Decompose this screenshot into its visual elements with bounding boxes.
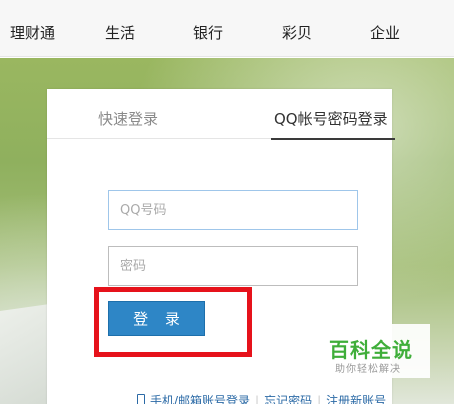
nav-item-licaitong[interactable]: 理财通 xyxy=(10,22,55,43)
watermark-title: 百科全说 xyxy=(329,338,413,362)
link-separator: | xyxy=(255,394,260,404)
login-footer-links: 手机/邮箱账号登录 | 忘记密码 | 注册新账号 xyxy=(137,392,386,404)
active-tab-indicator xyxy=(271,138,395,140)
forgot-password-link[interactable]: 忘记密码 xyxy=(264,394,312,404)
link-separator: | xyxy=(317,394,322,404)
tab-qq-password-login[interactable]: QQ帐号密码登录 xyxy=(274,108,388,129)
nav-item-bank[interactable]: 银行 xyxy=(193,22,223,43)
baike-watermark: 百科全说 助你轻松解决 xyxy=(306,324,430,378)
nav-item-life[interactable]: 生活 xyxy=(105,22,135,43)
phone-icon xyxy=(137,394,145,404)
phone-email-login-label: 手机/邮箱账号登录 xyxy=(150,394,251,404)
register-link[interactable]: 注册新账号 xyxy=(326,394,386,404)
tab-quick-login[interactable]: 快速登录 xyxy=(98,108,158,129)
nav-item-caibei[interactable]: 彩贝 xyxy=(282,22,312,43)
top-navigation: 理财通 生活 银行 彩贝 企业 xyxy=(0,0,454,57)
login-tabs: 快速登录 QQ帐号密码登录 xyxy=(47,89,395,140)
login-button-highlight-box xyxy=(94,287,252,357)
watermark-subtitle: 助你轻松解决 xyxy=(335,364,401,375)
phone-email-login-link[interactable]: 手机/邮箱账号登录 xyxy=(137,394,250,404)
nav-item-enterprise[interactable]: 企业 xyxy=(370,22,400,43)
password-input[interactable] xyxy=(108,246,358,286)
qq-number-input[interactable] xyxy=(108,190,358,230)
